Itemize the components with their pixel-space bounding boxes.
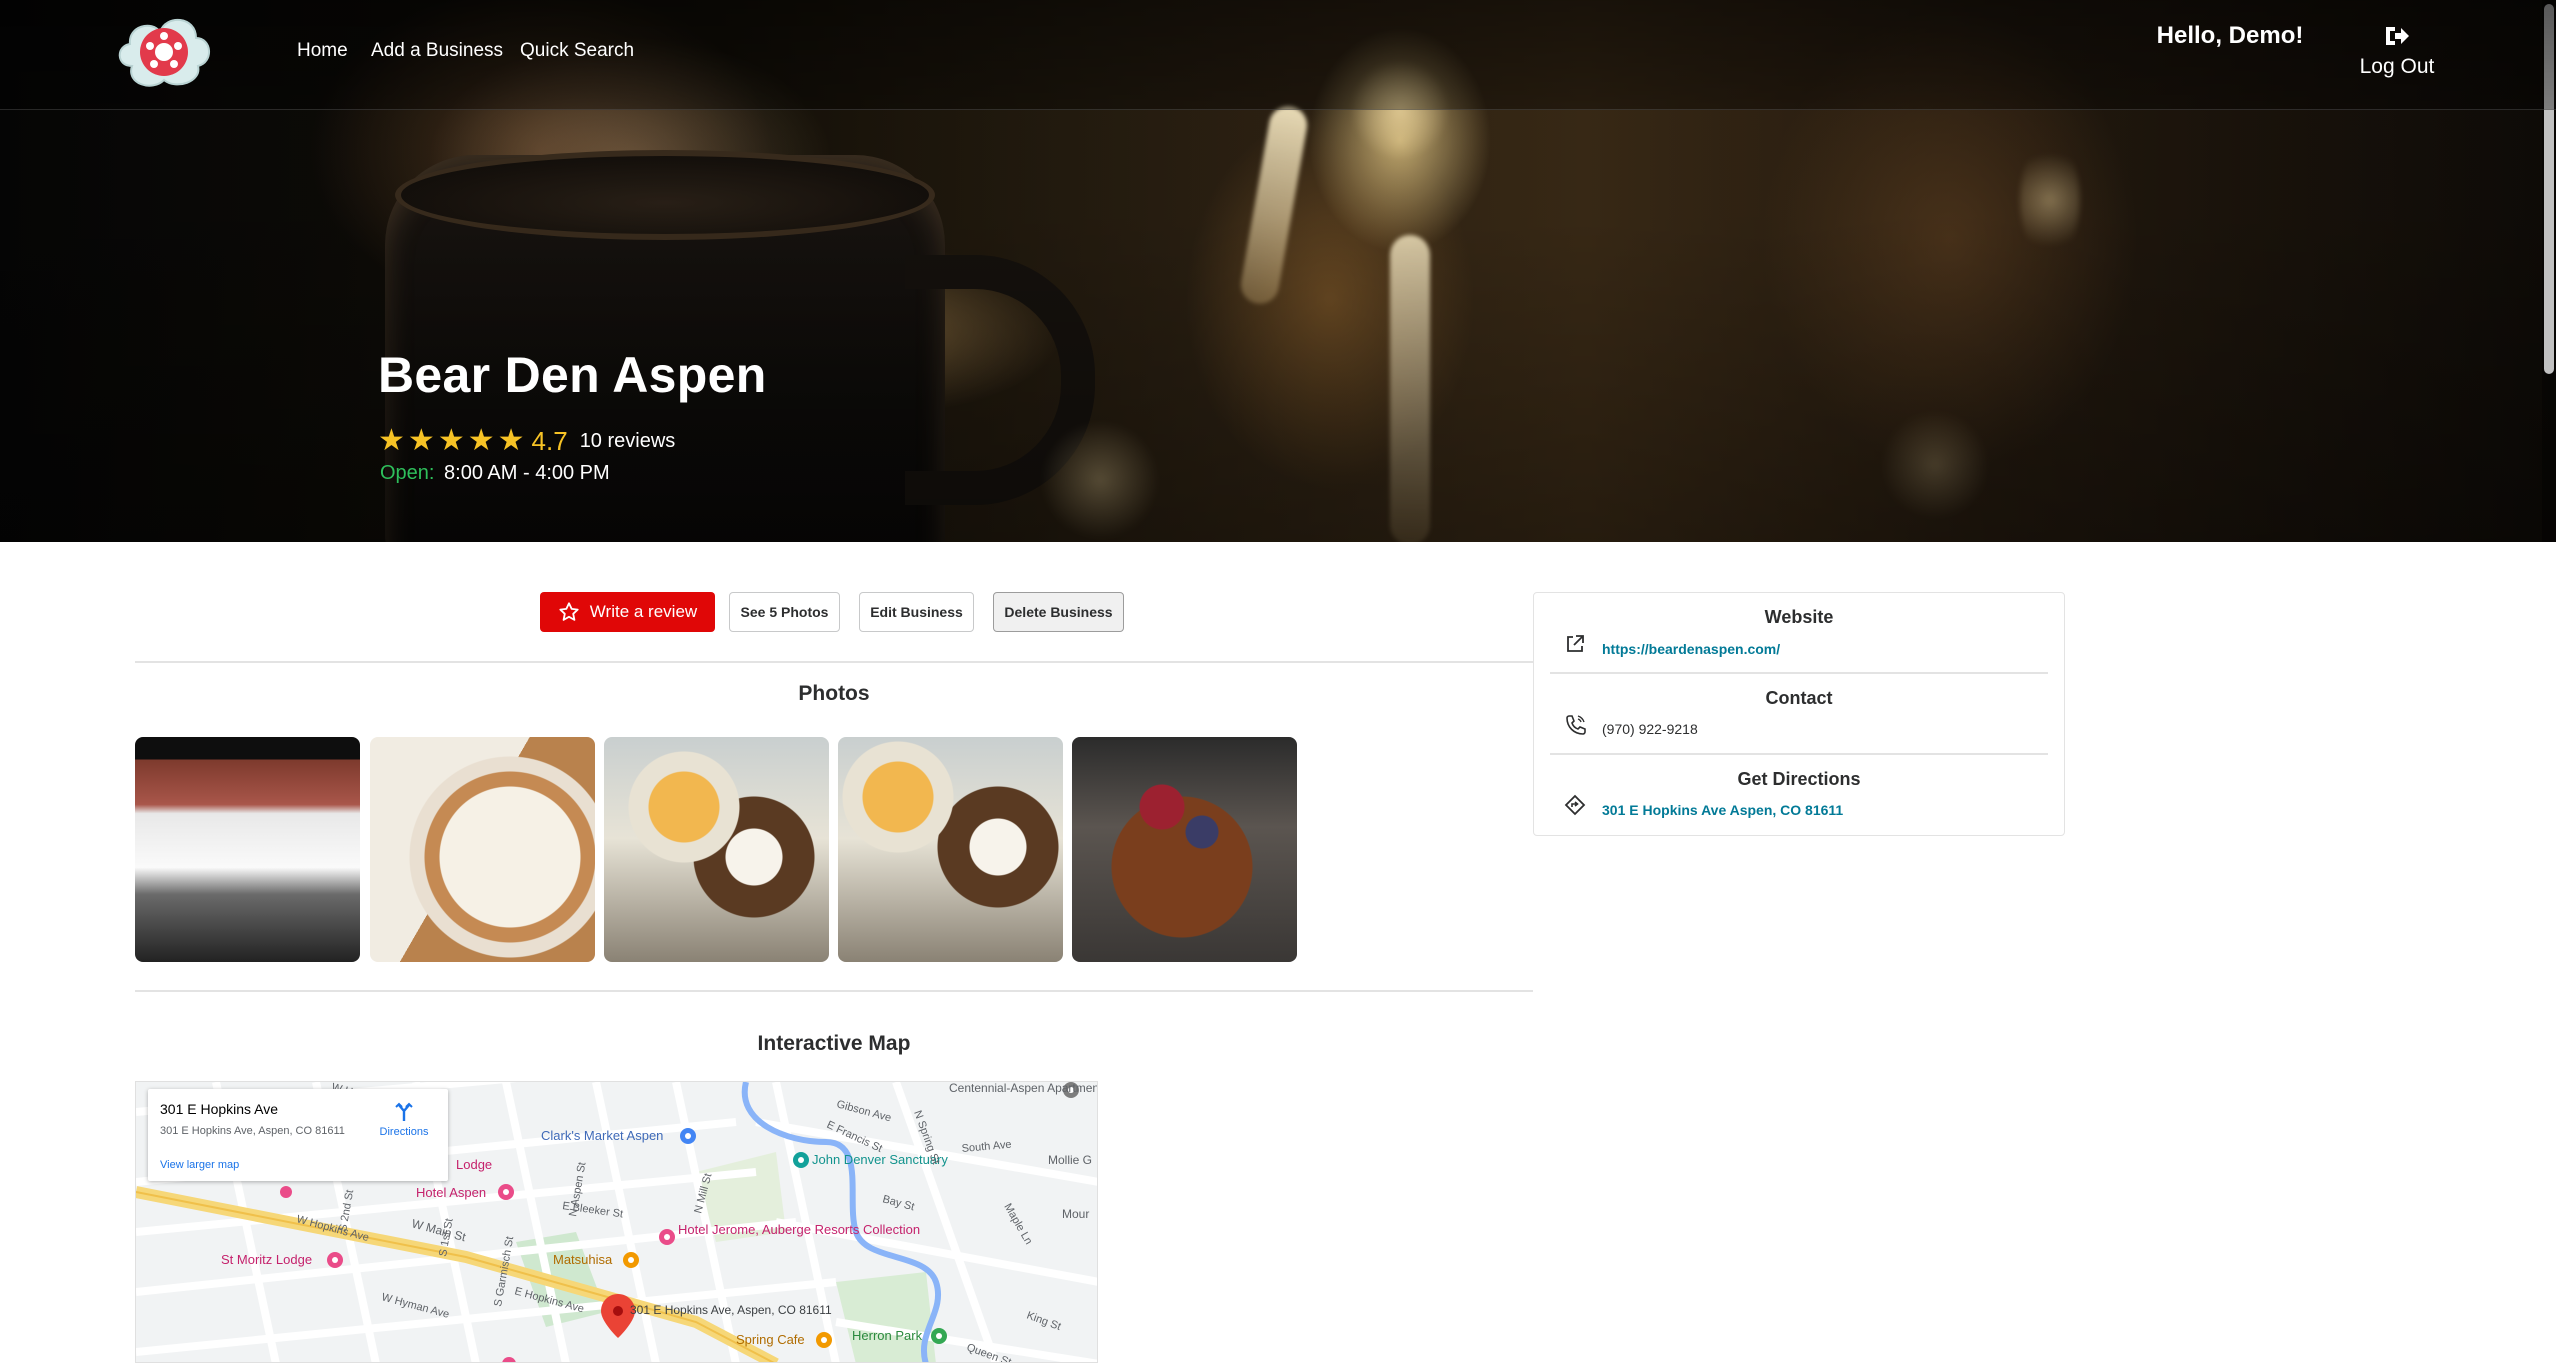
business-photo[interactable] (135, 737, 360, 962)
section-divider (135, 990, 1533, 992)
directions-diamond-icon (1564, 794, 1586, 816)
map-pin-icon[interactable] (327, 1252, 343, 1268)
star-outline-icon (559, 602, 579, 621)
top-nav-bar: Home Add a Business Quick Search Hello, … (0, 0, 2556, 110)
contact-heading: Contact (1765, 688, 1833, 708)
section-divider (135, 661, 1533, 663)
map-pin-icon[interactable] (931, 1328, 947, 1344)
logout-label: Log Out (2359, 55, 2435, 78)
map-label: Matsuhisa (553, 1252, 613, 1267)
map-info-card: 301 E Hopkins Ave 301 E Hopkins Ave, Asp… (148, 1089, 448, 1181)
app-logo-icon[interactable] (112, 8, 216, 94)
phone-number: (970) 922-9218 (1602, 721, 1698, 737)
map-directions-link[interactable]: Directions (373, 1101, 435, 1138)
rating-row: ★ ★ ★ ★ ★ 4.7 10 reviews (378, 425, 675, 457)
section-divider (1550, 672, 2048, 674)
map-label: Spring Cafe (736, 1332, 805, 1347)
business-photo[interactable] (838, 737, 1063, 962)
website-link[interactable]: https://beardenaspen.com/ (1602, 641, 1780, 657)
business-name: Bear Den Aspen (378, 347, 767, 403)
star-icon: ★ (497, 424, 525, 457)
nav-quick-search-link[interactable]: Quick Search (520, 40, 634, 62)
logout-icon (2386, 27, 2409, 45)
map-pin-icon[interactable] (623, 1252, 639, 1268)
map-pin-icon[interactable] (659, 1229, 675, 1245)
business-photo[interactable] (1072, 737, 1297, 962)
photos-heading: Photos (798, 682, 870, 705)
phone-icon (1566, 715, 1586, 735)
address-link[interactable]: 301 E Hopkins Ave Aspen, CO 81611 (1602, 802, 1843, 818)
business-hours: Open: 8:00 AM - 4:00 PM (380, 462, 610, 485)
map-label: Clark's Market Aspen (541, 1128, 663, 1143)
directions-icon (395, 1102, 413, 1121)
logout-button[interactable]: Log Out (2355, 24, 2439, 79)
star-rating: ★ ★ ★ ★ ★ (378, 425, 528, 457)
map-label: Mour (1062, 1207, 1089, 1221)
review-count: 10 reviews (579, 429, 676, 452)
star-icon: ★ (467, 424, 495, 457)
delete-business-button[interactable]: Delete Business (993, 592, 1124, 632)
business-info-card: Website https://beardenaspen.com/ Contac… (1533, 592, 2065, 836)
map-pin-icon[interactable] (793, 1152, 809, 1168)
website-heading: Website (1764, 607, 1834, 627)
map-label: Mollie G (1048, 1153, 1092, 1167)
business-photo[interactable] (370, 737, 595, 962)
view-larger-map-link[interactable]: View larger map (160, 1159, 239, 1171)
directions-heading: Get Directions (1737, 769, 1861, 789)
map-label: Centennial-Aspen Apartments (949, 1082, 1098, 1095)
map-label: Herron Park (852, 1328, 923, 1343)
map-label: Hotel Jerome, Auberge Resorts Collection (678, 1222, 920, 1237)
write-review-button[interactable]: Write a review (540, 592, 715, 632)
see-photos-button[interactable]: See 5 Photos (729, 592, 840, 632)
map-pin-icon[interactable] (280, 1186, 292, 1198)
map-label: St Moritz Lodge (221, 1252, 312, 1267)
map-label: Hotel Aspen (416, 1185, 486, 1200)
external-link-icon (1567, 635, 1584, 652)
map-directions-label: Directions (379, 1126, 429, 1138)
map-pin-icon[interactable] (498, 1184, 514, 1200)
map-pin-label: 301 E Hopkins Ave, Aspen, CO 81611 (630, 1303, 832, 1317)
map-heading: Interactive Map (757, 1032, 911, 1055)
write-review-label: Write a review (589, 602, 698, 621)
section-divider (1550, 753, 2048, 755)
edit-business-button[interactable]: Edit Business (859, 592, 974, 632)
map-label: Lodge (456, 1157, 492, 1172)
nav-add-business-link[interactable]: Add a Business (371, 40, 503, 62)
business-photo[interactable] (604, 737, 829, 962)
open-status: Open: (380, 462, 435, 484)
hours-value: 8:00 AM - 4:00 PM (444, 462, 610, 484)
user-greeting: Hello, Demo! (2156, 22, 2304, 49)
map-pin-icon[interactable] (680, 1128, 696, 1144)
rating-value: 4.7 (531, 425, 568, 456)
star-icon: ★ (407, 424, 435, 457)
map-pin-icon[interactable] (816, 1332, 832, 1348)
star-icon: ★ (437, 424, 465, 457)
star-icon: ★ (378, 424, 405, 457)
nav-home-link[interactable]: Home (297, 40, 348, 62)
